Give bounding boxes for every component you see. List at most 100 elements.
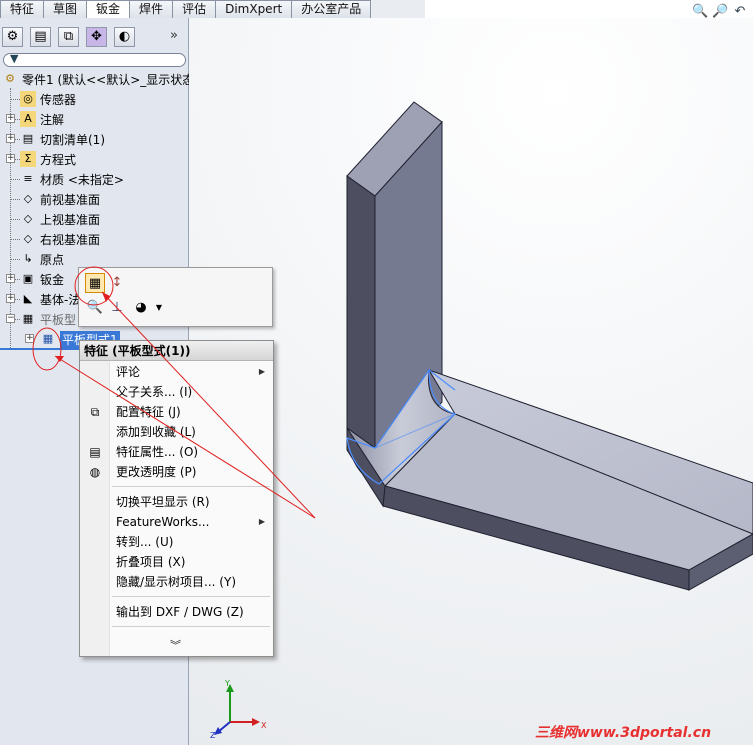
tree-item[interactable]: ↳ 原点 (20, 250, 64, 268)
sensor-icon: ◎ (20, 91, 36, 107)
submenu-arrow-icon: ▶ (258, 517, 265, 526)
tree-line (11, 219, 20, 220)
edit-feature-icon[interactable]: ▦ (85, 273, 105, 293)
dimxpert-manager-icon[interactable]: ✥ (86, 27, 107, 47)
context-menu-item-label: 切换平坦显示 (R) (116, 495, 210, 509)
context-menu-item-label: 评论 (116, 365, 141, 379)
tree-item-label: 切割清单(1) (40, 132, 105, 147)
normal-to-icon[interactable]: ⊥ (107, 298, 127, 318)
tree-expander-icon[interactable]: + (6, 134, 15, 143)
flat-pattern-feature-icon: ▦ (42, 332, 54, 345)
tab-4[interactable]: 评估 (172, 0, 217, 18)
origin-icon: ↳ (23, 252, 33, 265)
context-toolbar: ▦ ↕ 🔍 ⊥ ◕ ▼ (78, 267, 273, 327)
appearance-dropdown-icon[interactable]: ▼ (149, 298, 169, 318)
context-menu-item[interactable]: 转到... (U) (80, 532, 273, 552)
tree-item[interactable]: ▦ 平板型 (20, 310, 76, 328)
tree-root-label: 零件1 (默认<<默认>_显示状态 (22, 72, 195, 87)
tree-line (11, 199, 20, 200)
triad-z-label: Z (210, 731, 216, 738)
reference-triad: Y X Z (210, 680, 267, 738)
rollback-icon[interactable]: ↕ (107, 273, 127, 293)
zoom-to-selection-icon[interactable]: 🔍 (85, 298, 105, 318)
tree-expander-icon[interactable]: + (6, 154, 15, 163)
context-menu-item[interactable]: ◍ 更改透明度 (P) (80, 462, 273, 482)
tree-root-part[interactable]: ⚙ 零件1 (默认<<默认>_显示状态 (2, 70, 194, 88)
menu-separator (112, 596, 270, 597)
expand-menu-icon[interactable]: ︾ (170, 637, 181, 653)
tree-item[interactable]: ◇ 上视基准面 (20, 210, 100, 228)
context-menu-item[interactable]: ⧉ 配置特征 (J) (80, 402, 273, 422)
context-menu-item[interactable]: 切换平坦显示 (R) (80, 492, 273, 512)
tree-item-label: 钣金 (40, 272, 65, 287)
feature-manager-icon[interactable]: ⚙ (2, 27, 23, 47)
tree-expander-icon[interactable]: − (6, 314, 15, 323)
flat-pattern-icon: ▦ (22, 312, 34, 325)
context-menu-item-label: 添加到收藏 (L) (116, 425, 196, 439)
tab-2[interactable]: 钣金 (86, 0, 131, 18)
tab-3[interactable]: 焊件 (129, 0, 174, 18)
context-menu-item[interactable]: ▤ 特征属性... (O) (80, 442, 273, 462)
annotation-icon: A (20, 111, 36, 127)
tree-item[interactable]: ▤ 切割清单(1) (20, 130, 105, 148)
tree-line (11, 99, 20, 100)
context-menu-item[interactable]: 折叠项目 (X) (80, 552, 273, 572)
sheet-metal-icon: ▣ (22, 272, 34, 285)
tree-filter-input[interactable]: ▼ (3, 52, 186, 67)
zoom-to-fit-icon[interactable]: 🔍 (692, 4, 708, 20)
tree-expander-icon[interactable]: + (6, 274, 15, 283)
context-menu-item[interactable]: 父子关系... (I) (80, 382, 273, 402)
tree-item-label: 右视基准面 (40, 232, 101, 247)
plane-icon: ◇ (23, 212, 33, 225)
tree-item[interactable]: Σ 方程式 (20, 150, 76, 168)
tree-item-label: 材质 <未指定> (40, 172, 124, 187)
tree-item[interactable]: ≡ 材质 <未指定> (20, 170, 124, 188)
context-menu-item-label: 隐藏/显示树项目... (Y) (116, 575, 236, 589)
previous-view-icon[interactable]: ↶ (732, 4, 748, 20)
tree-item[interactable]: ◇ 右视基准面 (20, 230, 100, 248)
configuration-manager-icon[interactable]: ⧉ (58, 27, 79, 47)
tree-line (11, 259, 20, 260)
triad-x-label: X (261, 721, 267, 730)
tree-expander-icon[interactable]: + (6, 294, 15, 303)
context-menu-item[interactable]: 评论 ▶ (80, 362, 273, 382)
zoom-to-area-icon[interactable]: 🔎 (712, 4, 728, 20)
command-manager-tabs: 特征 草图 钣金 焊件 评估 DimXpert 办公室产品 (0, 0, 425, 18)
tree-item[interactable]: ◣ 基体-法 (20, 290, 81, 308)
display-manager-icon[interactable]: ◐ (114, 27, 135, 47)
property-manager-icon[interactable]: ▤ (30, 27, 51, 47)
tab-1[interactable]: 草图 (43, 0, 88, 18)
tree-item-label: 传感器 (40, 92, 77, 107)
context-menu-item[interactable]: 隐藏/显示树项目... (Y) (80, 572, 273, 592)
context-menu-item-label: 折叠项目 (X) (116, 555, 186, 569)
tree-item-label: 上视基准面 (40, 212, 101, 227)
tree-item[interactable]: ◇ 前视基准面 (20, 190, 100, 208)
panel-more-icon[interactable]: » (170, 28, 178, 43)
transparency-icon: ◍ (89, 465, 101, 479)
context-menu: 特征 (平板型式(1)) 评论 ▶ 父子关系... (I) ⧉ 配置特征 (J) 添加到收… (79, 340, 274, 657)
context-menu-item-label: 输出到 DXF / DWG (Z) (116, 605, 244, 619)
appearance-icon[interactable]: ◕ (131, 298, 151, 318)
part-icon: ⚙ (5, 72, 15, 85)
cut-list-icon: ▤ (22, 132, 34, 145)
context-menu-item[interactable]: 添加到收藏 (L) (80, 422, 273, 442)
tab-5[interactable]: DimXpert (215, 0, 293, 18)
tree-selection-bar (0, 348, 90, 350)
tab-0[interactable]: 特征 (0, 0, 45, 18)
equation-icon: Σ (20, 151, 36, 167)
tree-item[interactable]: A 注解 (20, 110, 64, 128)
tree-item[interactable]: ◎ 传感器 (20, 90, 76, 108)
funnel-icon: ▼ (10, 52, 19, 65)
tree-expander-icon[interactable]: + (6, 114, 15, 123)
tree-item-label: 方程式 (40, 152, 77, 167)
context-menu-item-label: 更改透明度 (P) (116, 465, 197, 479)
tree-expander-icon[interactable]: + (25, 334, 34, 343)
tab-6[interactable]: 办公室产品 (291, 0, 372, 18)
tree-item-label: 原点 (40, 252, 65, 267)
tree-item-label: 注解 (40, 112, 65, 127)
context-menu-item[interactable]: 输出到 DXF / DWG (Z) (80, 602, 273, 622)
context-menu-item[interactable]: FeatureWorks... ▶ (80, 512, 273, 532)
context-menu-header: 特征 (平板型式(1)) (80, 341, 273, 361)
view-toolbar: 🔍 🔎 ↶ (692, 4, 748, 20)
tree-item[interactable]: ▣ 钣金 (20, 270, 64, 288)
